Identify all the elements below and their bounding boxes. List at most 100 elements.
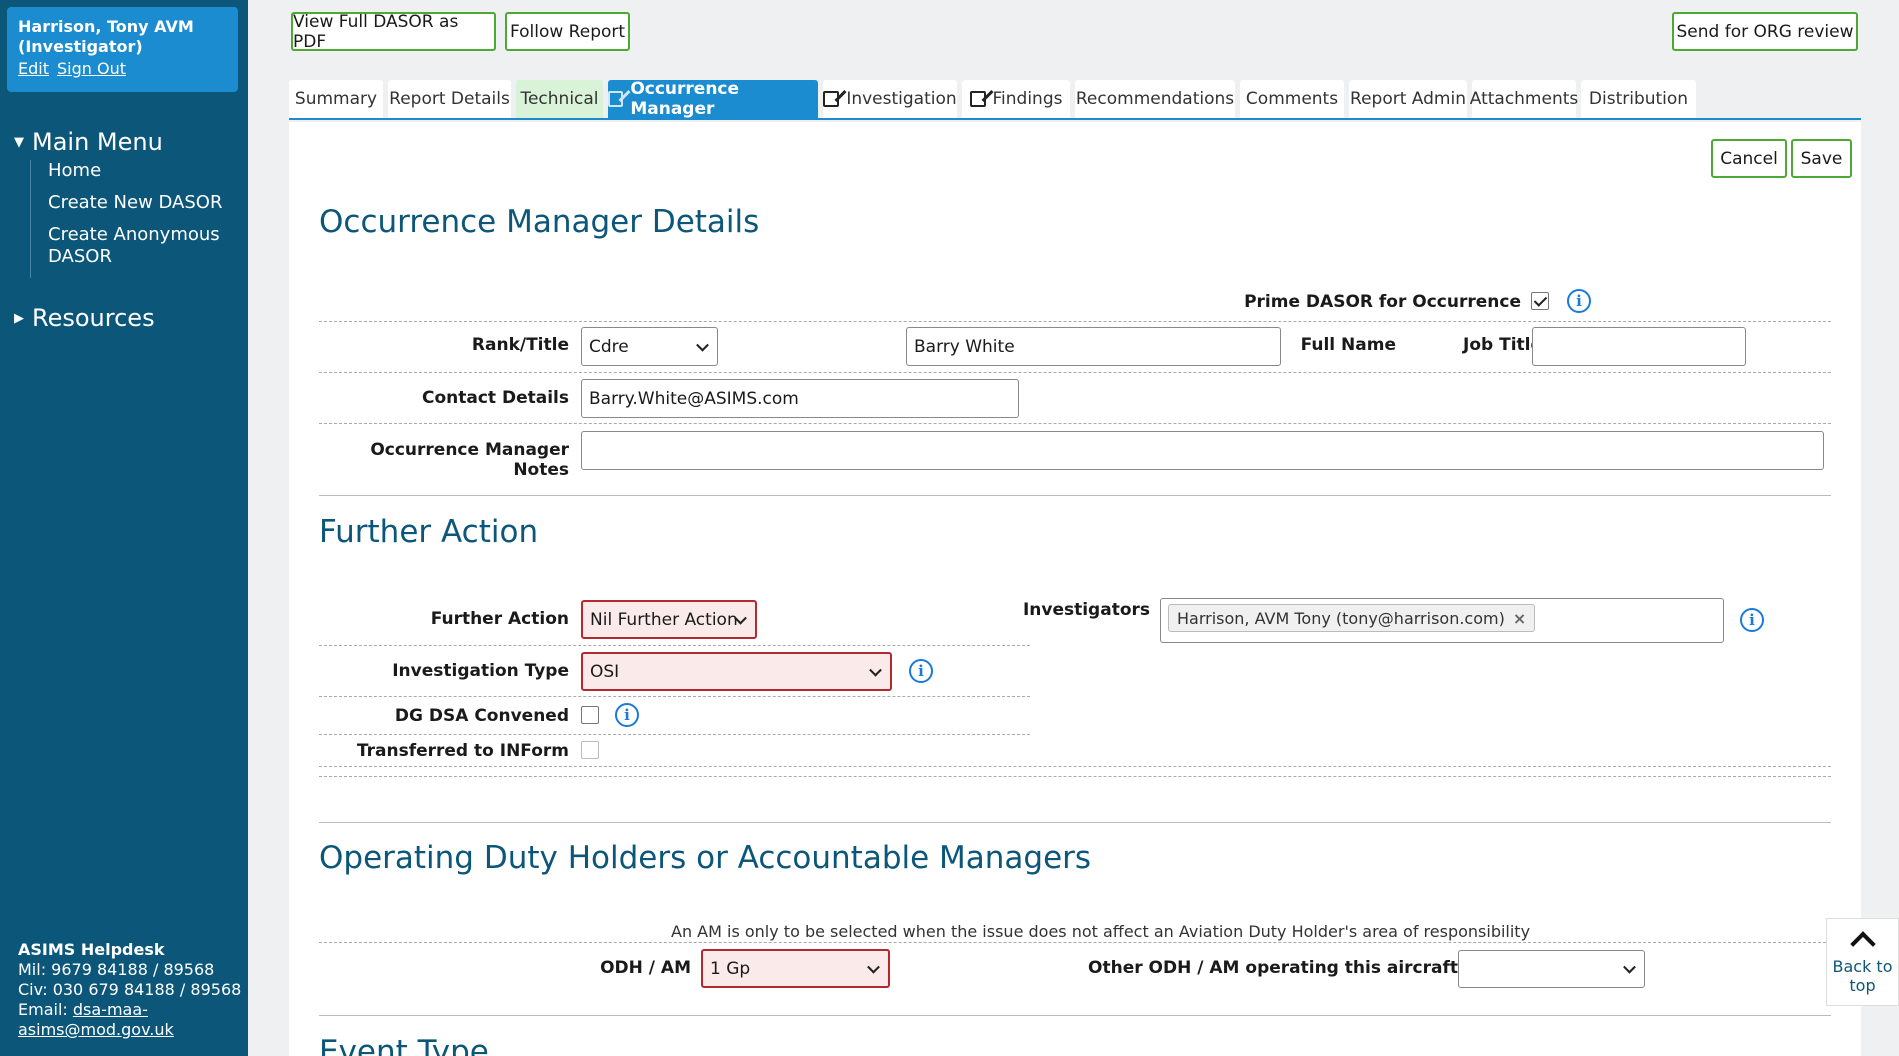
further-action-heading: Further Action (319, 514, 539, 550)
sidebar: Harrison, Tony AVM (Investigator) Edit Si… (0, 0, 248, 1056)
investigation-type-info-icon[interactable]: i (909, 659, 933, 683)
job-title-input[interactable] (1532, 327, 1746, 366)
main-panel: Cancel Save Occurrence Manager Details P… (289, 122, 1861, 1056)
report-tabs: Summary Report Details Technical Occurre… (289, 79, 1861, 120)
investigator-token-label: Harrison, AVM Tony (tony@harrison.com) (1177, 608, 1505, 628)
om-notes-input[interactable] (581, 431, 1824, 470)
divider (319, 776, 1831, 777)
main-menu-title: Main Menu (32, 128, 163, 156)
odh-am-value: 1 Gp (710, 958, 751, 979)
tab-occurrence-manager-label: Occurrence Manager (630, 79, 740, 119)
investigators-label: Investigators (1022, 600, 1150, 620)
expanded-triangle-icon: ▼ (14, 134, 24, 150)
remove-token-icon[interactable]: × (1513, 609, 1526, 628)
sign-out-link[interactable]: Sign Out (57, 59, 126, 78)
dg-dsa-convened-checkbox[interactable] (581, 706, 599, 724)
tab-findings-label: Findings (992, 89, 1063, 109)
collapsed-triangle-icon: ▶ (14, 310, 24, 326)
om-notes-label: Occurrence Manager Notes (370, 440, 569, 480)
investigator-token: Harrison, AVM Tony (tony@harrison.com) × (1168, 604, 1536, 632)
caret-up-icon (1849, 931, 1876, 957)
divider (319, 321, 1831, 322)
tab-technical[interactable]: Technical (516, 80, 603, 118)
helpdesk-email-link[interactable]: dsa-maa- (73, 1000, 148, 1019)
helpdesk-email-link-cont[interactable]: asims@mod.gov.uk (18, 1020, 241, 1040)
rank-title-value: Cdre (589, 336, 629, 357)
prime-dasor-info-icon[interactable]: i (1567, 289, 1591, 313)
prime-dasor-label: Prime DASOR for Occurrence (1244, 292, 1521, 312)
investigation-type-select[interactable]: OSI (581, 652, 892, 691)
investigation-type-label: Investigation Type (392, 661, 569, 681)
divider (319, 942, 1831, 943)
tab-recommendations[interactable]: Recommendations (1075, 80, 1235, 118)
dg-dsa-convened-label: DG DSA Convened (394, 706, 569, 726)
follow-report-button[interactable]: Follow Report (505, 12, 630, 51)
om-heading: Occurrence Manager Details (319, 204, 760, 240)
further-action-label: Further Action (430, 609, 569, 629)
tab-findings[interactable]: Findings (962, 80, 1070, 118)
main-menu-list: Home Create New DASOR Create Anonymous D… (30, 160, 230, 278)
tab-summary[interactable]: Summary (289, 80, 383, 118)
user-role: (Investigator) (18, 37, 143, 56)
tab-comments[interactable]: Comments (1240, 80, 1344, 118)
helpdesk-info: ASIMS Helpdesk Mil: 9679 84188 / 89568 C… (18, 940, 241, 1040)
investigators-info-icon[interactable]: i (1740, 608, 1764, 632)
full-name-input[interactable]: Barry White (906, 327, 1281, 366)
main-menu-toggle[interactable]: ▼ Main Menu (14, 128, 163, 156)
divider (319, 423, 1831, 424)
further-action-select[interactable]: Nil Further Action (581, 600, 757, 639)
menu-item-create-anonymous-dasor[interactable]: Create Anonymous DASOR (48, 224, 230, 268)
back-to-top-line2: top (1849, 976, 1876, 995)
resources-title: Resources (32, 304, 155, 332)
helpdesk-civ: Civ: 030 679 84188 / 89568 (18, 980, 242, 999)
divider (319, 645, 1030, 646)
odh-note: An AM is only to be selected when the is… (671, 922, 1531, 941)
tab-investigation-label: Investigation (846, 89, 957, 109)
resources-toggle[interactable]: ▶ Resources (14, 304, 155, 332)
tab-occurrence-manager[interactable]: Occurrence Manager (608, 79, 818, 119)
other-odh-label: Other ODH / AM operating this aircraft (1088, 958, 1458, 978)
user-name: Harrison, Tony AVM (18, 17, 194, 36)
job-title-label: Job Title (1463, 335, 1542, 355)
send-for-org-review-button[interactable]: Send for ORG review (1672, 12, 1858, 51)
divider (319, 696, 1030, 697)
contact-details-input[interactable]: Barry.White@ASIMS.com (581, 379, 1019, 418)
odh-am-select[interactable]: 1 Gp (701, 949, 890, 988)
edit-profile-link[interactable]: Edit (18, 59, 49, 78)
prime-dasor-checkbox[interactable] (1531, 292, 1549, 310)
section-divider (319, 822, 1831, 823)
odh-heading: Operating Duty Holders or Accountable Ma… (319, 840, 1092, 876)
further-action-value: Nil Further Action (590, 609, 738, 630)
divider (319, 372, 1831, 373)
transferred-to-inform-label: Transferred to INForm (356, 741, 569, 761)
cancel-button[interactable]: Cancel (1711, 139, 1787, 178)
tab-report-details[interactable]: Report Details (388, 80, 511, 118)
investigation-type-value: OSI (590, 661, 620, 682)
other-odh-select[interactable] (1458, 950, 1645, 988)
tab-report-admin[interactable]: Report Admin (1349, 80, 1467, 118)
contact-details-label: Contact Details (422, 388, 569, 408)
transferred-to-inform-checkbox[interactable] (581, 741, 599, 759)
tab-investigation[interactable]: Investigation (823, 80, 957, 118)
rank-title-select[interactable]: Cdre (581, 327, 718, 366)
helpdesk-title: ASIMS Helpdesk (18, 940, 165, 959)
divider (319, 734, 1030, 735)
back-to-top-button[interactable]: Back to top (1826, 918, 1899, 1006)
save-button[interactable]: Save (1791, 139, 1852, 178)
edit-icon (969, 91, 986, 107)
helpdesk-email-label: Email: (18, 1000, 73, 1019)
section-divider (319, 1015, 1831, 1016)
odh-am-label: ODH / AM (600, 958, 691, 978)
section-divider (319, 495, 1831, 496)
view-pdf-button[interactable]: View Full DASOR as PDF (291, 12, 496, 52)
menu-item-create-new-dasor[interactable]: Create New DASOR (48, 192, 230, 214)
edit-icon (608, 91, 624, 107)
helpdesk-mil: Mil: 9679 84188 / 89568 (18, 960, 215, 979)
rank-title-label: Rank/Title (471, 335, 569, 355)
menu-item-home[interactable]: Home (48, 160, 230, 182)
dg-dsa-info-icon[interactable]: i (615, 703, 639, 727)
tab-attachments[interactable]: Attachments (1470, 80, 1578, 118)
back-to-top-line1: Back to (1832, 957, 1893, 976)
user-box: Harrison, Tony AVM (Investigator) Edit Si… (7, 7, 238, 92)
tab-distribution[interactable]: Distribution (1581, 80, 1696, 118)
